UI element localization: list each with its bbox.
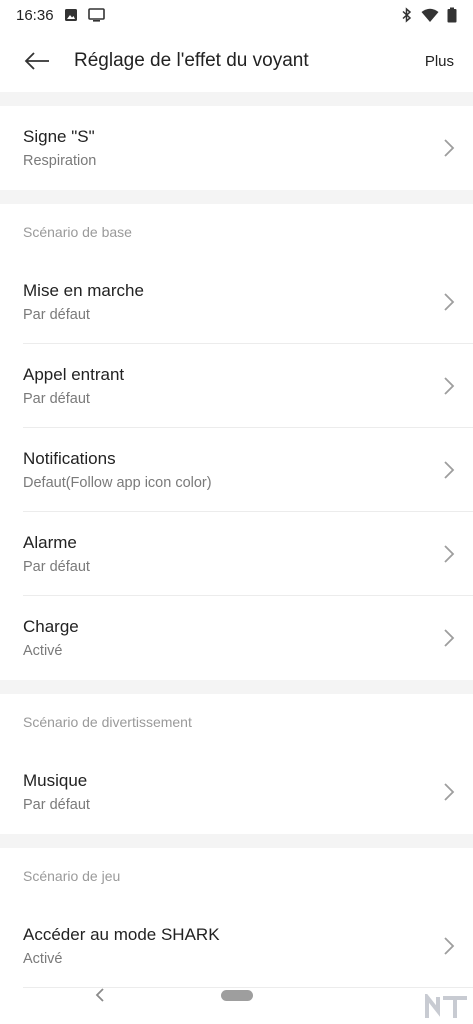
item-subtitle: Respiration bbox=[23, 153, 97, 169]
section-gap bbox=[0, 680, 473, 694]
navigation-bar bbox=[0, 966, 473, 1024]
item-title: Charge bbox=[23, 617, 79, 636]
bluetooth-icon bbox=[402, 7, 412, 23]
item-subtitle: Par défaut bbox=[23, 559, 90, 575]
section-gap bbox=[0, 834, 473, 848]
home-pill[interactable] bbox=[221, 990, 253, 1001]
item-title: Alarme bbox=[23, 533, 77, 552]
arrow-back-icon bbox=[24, 52, 49, 70]
item-title: Mise en marche bbox=[23, 281, 144, 300]
back-button[interactable] bbox=[13, 37, 61, 85]
chevron-right-icon bbox=[444, 937, 455, 955]
chevron-right-icon bbox=[444, 139, 455, 157]
nav-back-icon[interactable] bbox=[92, 986, 110, 1004]
status-bar: 16:36 bbox=[0, 0, 473, 30]
section-label-game: Scénario de jeu bbox=[23, 868, 121, 884]
item-subtitle: Par défaut bbox=[23, 797, 90, 813]
chevron-right-icon bbox=[444, 461, 455, 479]
chevron-right-icon bbox=[444, 783, 455, 801]
item-subtitle: Par défaut bbox=[23, 307, 90, 323]
section-gap bbox=[0, 190, 473, 204]
app-bar: Réglage de l'effet du voyant Plus bbox=[0, 30, 473, 92]
status-time: 16:36 bbox=[16, 6, 54, 24]
image-icon bbox=[64, 9, 77, 21]
item-title: Musique bbox=[23, 771, 88, 790]
item-title: Appel entrant bbox=[23, 365, 125, 384]
chevron-right-icon bbox=[444, 545, 455, 563]
status-left: 16:36 bbox=[16, 7, 105, 24]
section-label-entertainment: Scénario de divertissement bbox=[23, 714, 192, 730]
wifi-icon bbox=[421, 8, 439, 22]
item-title: Notifications bbox=[23, 449, 116, 468]
list-item-incoming-call[interactable]: Appel entrant Par défaut bbox=[0, 344, 473, 428]
chevron-right-icon bbox=[444, 629, 455, 647]
item-title: Signe "S" bbox=[23, 127, 95, 146]
list-item-music[interactable]: Musique Par défaut bbox=[0, 750, 473, 834]
list-item-power-on[interactable]: Mise en marche Par défaut bbox=[0, 260, 473, 344]
more-button[interactable]: Plus bbox=[425, 53, 454, 70]
item-subtitle: Activé bbox=[23, 643, 63, 659]
item-subtitle: Defaut(Follow app icon color) bbox=[23, 475, 212, 491]
chevron-right-icon bbox=[444, 293, 455, 311]
list-item-s-sign[interactable]: Signe "S" Respiration bbox=[0, 106, 473, 190]
chevron-right-icon bbox=[444, 377, 455, 395]
list-item-notifications[interactable]: Notifications Defaut(Follow app icon col… bbox=[0, 428, 473, 512]
status-right bbox=[401, 7, 457, 23]
section-label-base: Scénario de base bbox=[23, 224, 132, 240]
item-subtitle: Par défaut bbox=[23, 391, 90, 407]
nt-logo bbox=[425, 994, 467, 1018]
section-gap bbox=[0, 92, 473, 106]
cast-screen-icon bbox=[87, 8, 105, 22]
list-item-charge[interactable]: Charge Activé bbox=[0, 596, 473, 680]
list-item-alarm[interactable]: Alarme Par défaut bbox=[0, 512, 473, 596]
page-title: Réglage de l'effet du voyant bbox=[74, 50, 309, 71]
battery-icon bbox=[447, 7, 457, 23]
item-title: Accéder au mode SHARK bbox=[23, 925, 220, 944]
